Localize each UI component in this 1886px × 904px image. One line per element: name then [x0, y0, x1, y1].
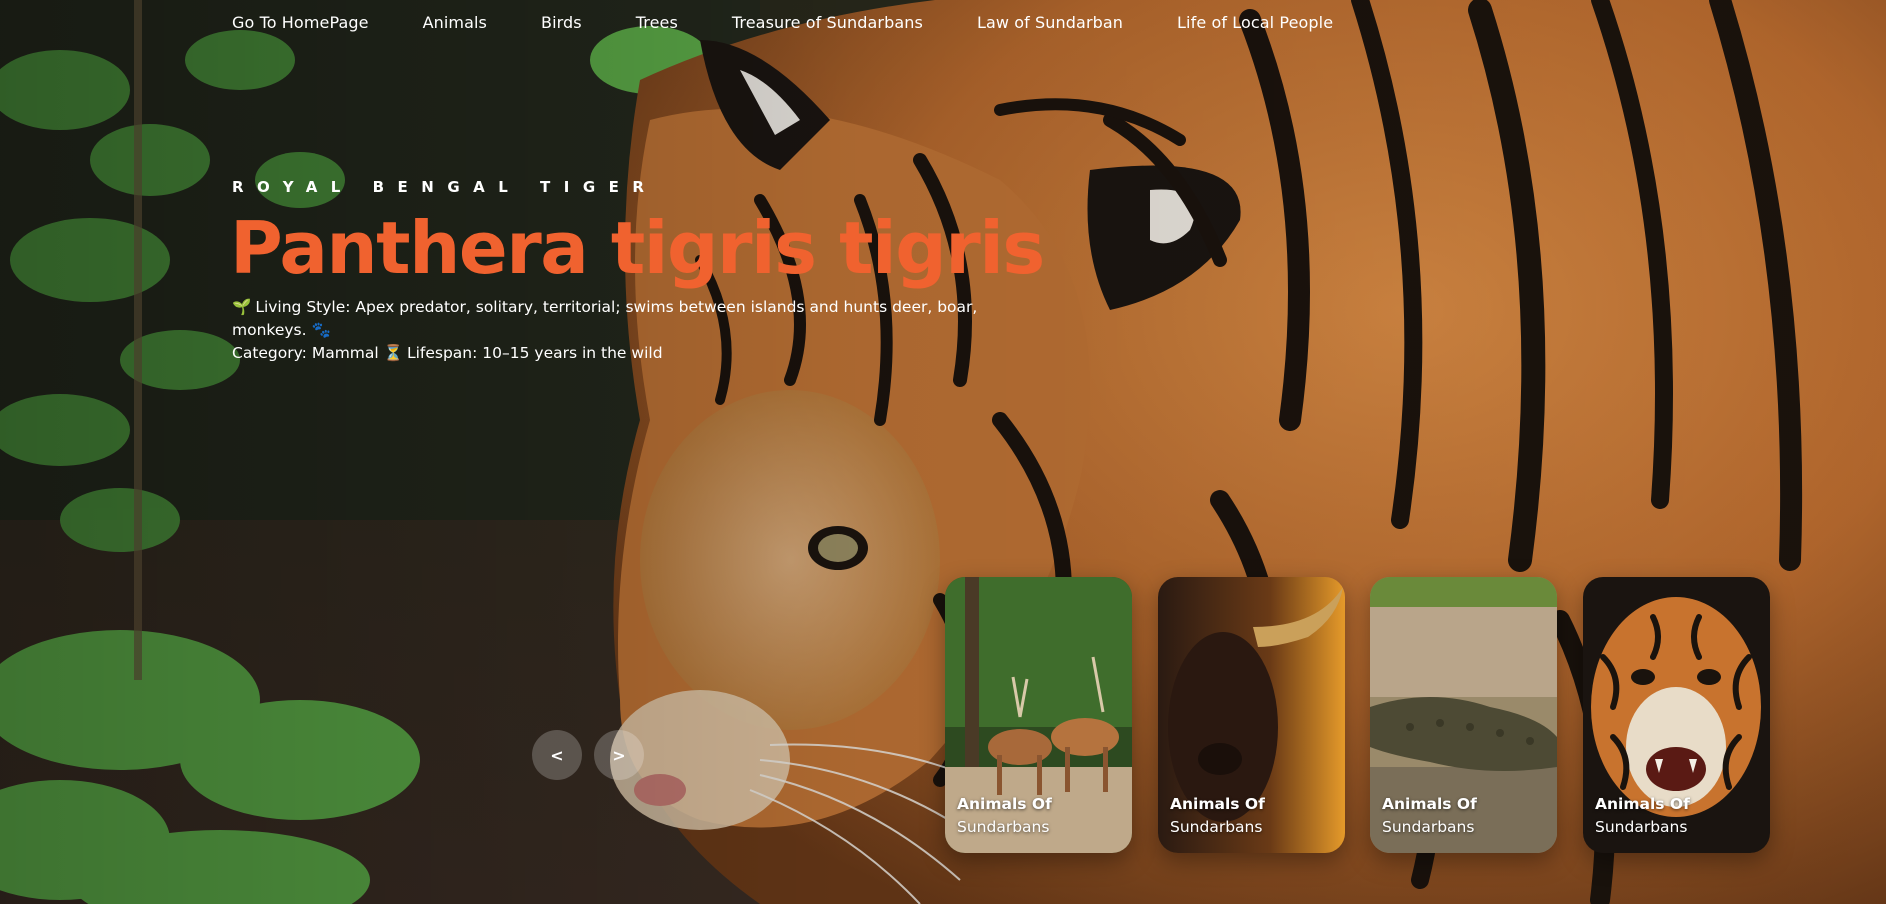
hero-title: Panthera tigris tigris [230, 206, 1045, 290]
hero-eyebrow: ROYAL BENGAL TIGER [232, 178, 658, 196]
slider-next-button[interactable]: > [594, 730, 644, 780]
card-subtitle: Sundarbans [1170, 818, 1263, 836]
card-caption: Animals Of Sundarbans [1595, 793, 1760, 839]
slide-card-tiger[interactable]: Animals Of Sundarbans [1583, 577, 1770, 853]
card-caption: Animals Of Sundarbans [1382, 793, 1547, 839]
hourglass-icon: ⏳ [383, 344, 403, 362]
chevron-right-icon: > [612, 745, 626, 765]
slide-card-buffalo[interactable]: Animals Of Sundarbans [1158, 577, 1345, 853]
nav-link-animals[interactable]: Animals [423, 12, 487, 34]
lifespan-text: Lifespan: 10–15 years in the wild [406, 344, 663, 362]
chevron-left-icon: < [550, 745, 564, 765]
slide-card-deer[interactable]: Animals Of Sundarbans [945, 577, 1132, 853]
slide-card-crocodile[interactable]: Animals Of Sundarbans [1370, 577, 1557, 853]
nav-link-local-people[interactable]: Life of Local People [1177, 12, 1333, 34]
card-subtitle: Sundarbans [957, 818, 1050, 836]
nav-link-birds[interactable]: Birds [541, 12, 582, 34]
nav-link-home[interactable]: Go To HomePage [232, 12, 369, 34]
seedling-icon: 🌱 [232, 298, 252, 316]
card-title: Animals Of [1595, 795, 1690, 813]
card-caption: Animals Of Sundarbans [1170, 793, 1335, 839]
hero-description: 🌱 Living Style: Apex predator, solitary, … [232, 296, 1052, 365]
card-subtitle: Sundarbans [1382, 818, 1475, 836]
slider-prev-button[interactable]: < [532, 730, 582, 780]
card-title: Animals Of [957, 795, 1052, 813]
top-navigation: Go To HomePage Animals Birds Trees Treas… [232, 12, 1333, 34]
card-subtitle: Sundarbans [1595, 818, 1688, 836]
card-title: Animals Of [1382, 795, 1477, 813]
paw-icon: 🐾 [311, 321, 331, 339]
living-style-text: Living Style: Apex predator, solitary, t… [232, 298, 978, 339]
card-caption: Animals Of Sundarbans [957, 793, 1122, 839]
card-title: Animals Of [1170, 795, 1265, 813]
nav-link-treasure[interactable]: Treasure of Sundarbans [732, 12, 923, 34]
category-text: Category: Mammal [232, 344, 379, 362]
nav-link-law[interactable]: Law of Sundarban [977, 12, 1123, 34]
nav-link-trees[interactable]: Trees [636, 12, 678, 34]
